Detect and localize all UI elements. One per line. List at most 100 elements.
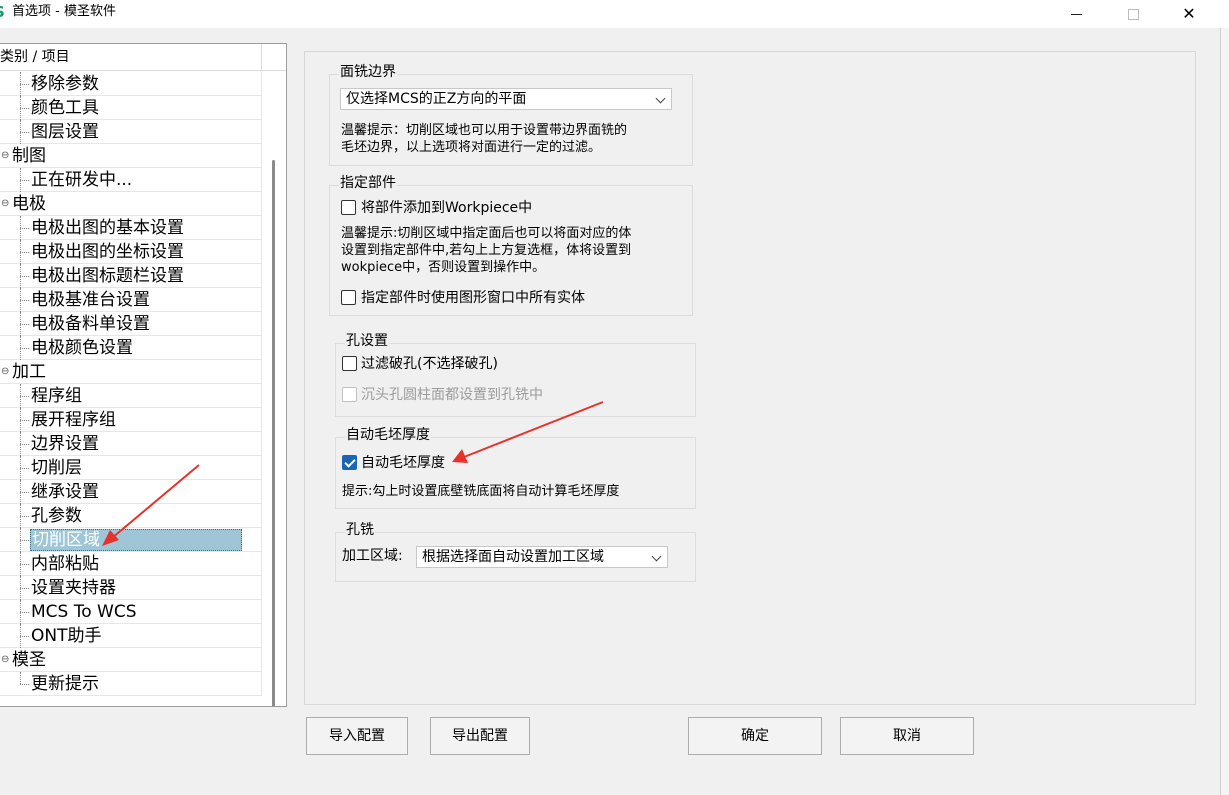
tree-item-label[interactable]: 电极出图的基本设置 xyxy=(31,218,184,238)
add-to-workpiece-checkbox[interactable] xyxy=(341,200,356,215)
tree-connector xyxy=(20,180,29,181)
maximize-icon xyxy=(1127,8,1139,20)
tree-item-label[interactable]: 内部粘贴 xyxy=(31,554,99,574)
filter-broken-holes-checkbox[interactable] xyxy=(342,356,357,371)
import-config-button[interactable]: 导入配置 xyxy=(306,717,408,755)
tree-item-label[interactable]: 电极 xyxy=(12,194,46,214)
tree-item[interactable]: 模圣 ⊖ xyxy=(0,648,262,672)
cancel-button[interactable]: 取消 xyxy=(840,717,974,755)
hint-text: 温馨提示：切削区域也可以用于设置带边界面铣的 xyxy=(341,123,628,138)
auto-blank-thickness-checkbox[interactable] xyxy=(342,455,357,470)
tree-item[interactable]: 程序组 xyxy=(0,384,262,408)
collapse-icon[interactable]: ⊖ xyxy=(1,199,9,209)
tree-item-label[interactable]: 模圣 xyxy=(12,650,46,670)
group-title: 指定部件 xyxy=(339,174,397,192)
tree-item-label[interactable]: 展开程序组 xyxy=(31,410,116,430)
tree-item[interactable]: 切削层 xyxy=(0,456,262,480)
tree-item[interactable]: ONT助手 xyxy=(0,624,262,648)
tree-item[interactable]: 电极基准台设置 xyxy=(0,288,262,312)
tree-connector xyxy=(20,564,29,565)
tree-item-label[interactable]: 程序组 xyxy=(31,386,82,406)
minimize-button[interactable] xyxy=(1053,0,1099,28)
tree-item-label[interactable]: 电极出图的坐标设置 xyxy=(31,242,184,262)
machining-area-select[interactable]: 根据选择面自动设置加工区域 xyxy=(416,546,668,568)
tree-header: 类别 / 项目 xyxy=(0,44,262,71)
checkbox-label[interactable]: 将部件添加到Workpiece中 xyxy=(361,199,532,217)
export-config-button[interactable]: 导出配置 xyxy=(430,717,530,755)
tree-item[interactable]: 电极 ⊖ xyxy=(0,192,262,216)
tree-item-label[interactable]: 切削区域 xyxy=(30,529,242,551)
tree-item-label[interactable]: MCS To WCS xyxy=(31,602,137,622)
tree-item-label[interactable]: 制图 xyxy=(12,146,46,166)
tree-item[interactable]: 电极备料单设置 xyxy=(0,312,262,336)
checkbox-label[interactable]: 自动毛坯厚度 xyxy=(361,454,445,472)
tree-item-label[interactable]: 电极颜色设置 xyxy=(31,338,133,358)
tree-item[interactable]: MCS To WCS xyxy=(0,600,262,624)
tree-item-label[interactable]: 图层设置 xyxy=(31,122,99,142)
tree-item[interactable]: 设置夹持器 xyxy=(0,576,262,600)
close-icon: ✕ xyxy=(1182,4,1196,23)
chevron-down-icon xyxy=(651,551,662,562)
collapse-icon[interactable]: ⊖ xyxy=(1,655,9,665)
tree-item-label[interactable]: 设置夹持器 xyxy=(31,578,116,598)
tree-item-label[interactable]: 电极出图标题栏设置 xyxy=(31,266,184,286)
tree-item[interactable]: 孔参数 xyxy=(0,504,262,528)
tree-item[interactable]: 图层设置 xyxy=(0,120,262,144)
tree-item-label[interactable]: 孔参数 xyxy=(31,506,82,526)
tree-scrollbar-thumb[interactable] xyxy=(272,160,275,706)
maximize-button[interactable] xyxy=(1110,0,1156,28)
hint-text: 设置到指定部件中,若勾上上方复选框，体将设置到 xyxy=(341,243,632,258)
settings-panel: 面铣边界 仅选择MCS的正Z方向的平面 温馨提示：切削区域也可以用于设置带边界面… xyxy=(304,51,1196,705)
collapse-icon[interactable]: ⊖ xyxy=(1,151,9,161)
hole-settings-group: 孔设置 过滤破孔(不选择破孔) 沉头孔圆柱面都设置到孔铣中 xyxy=(335,332,696,417)
machining-area-label: 加工区域: xyxy=(342,548,403,564)
collapse-icon[interactable]: ⊖ xyxy=(1,367,9,377)
tree-item-label[interactable]: 电极基准台设置 xyxy=(31,290,150,310)
face-mill-boundary-select[interactable]: 仅选择MCS的正Z方向的平面 xyxy=(340,88,672,110)
tree-item-label[interactable]: 加工 xyxy=(12,362,46,382)
tree-item[interactable]: 制图 ⊖ xyxy=(0,144,262,168)
tree-item-label[interactable]: 电极备料单设置 xyxy=(31,314,150,334)
tree-item[interactable]: 电极颜色设置 xyxy=(0,336,262,360)
select-value: 根据选择面自动设置加工区域 xyxy=(422,549,604,565)
tree-item[interactable]: 更新提示 xyxy=(0,672,262,696)
tree-item-label[interactable]: 继承设置 xyxy=(31,482,99,502)
checkbox-label[interactable]: 过滤破孔(不选择破孔) xyxy=(361,355,498,373)
checkbox-label[interactable]: 指定部件时使用图形窗口中所有实体 xyxy=(361,289,585,307)
tree-item[interactable]: 加工 ⊖ xyxy=(0,360,262,384)
tree-item[interactable]: 切削区域 xyxy=(0,528,262,552)
use-all-bodies-checkbox[interactable] xyxy=(341,290,356,305)
tree-item-label[interactable]: ONT助手 xyxy=(31,626,101,646)
tree-item-label[interactable]: 移除参数 xyxy=(31,74,99,94)
tree-connector xyxy=(20,540,29,541)
tree-connector xyxy=(20,276,29,277)
counterbore-to-hole-mill-checkbox xyxy=(342,387,357,402)
window-edge-scrollbar xyxy=(1220,28,1229,795)
tree-item-label[interactable]: 正在研发中... xyxy=(31,170,132,190)
tree-connector xyxy=(20,468,29,469)
tree-connector xyxy=(20,684,29,685)
category-tree[interactable]: 类别 / 项目 移除参数 颜色工具 图层设置 制图 ⊖ 正在研发中... 电极 ⊖ 电极出图的基… xyxy=(0,43,287,707)
face-mill-boundary-group: 面铣边界 仅选择MCS的正Z方向的平面 温馨提示：切削区域也可以用于设置带边界面… xyxy=(329,63,693,166)
tree-item[interactable]: 继承设置 xyxy=(0,480,262,504)
tree-item[interactable]: 边界设置 xyxy=(0,432,262,456)
tree-item-label[interactable]: 切削层 xyxy=(31,458,82,478)
tree-connector xyxy=(20,132,29,133)
tree-item[interactable]: 展开程序组 xyxy=(0,408,262,432)
tree-item[interactable]: 电极出图的基本设置 xyxy=(0,216,262,240)
tree-connector xyxy=(20,84,29,85)
tree-item-label[interactable]: 边界设置 xyxy=(31,434,99,454)
select-value: 仅选择MCS的正Z方向的平面 xyxy=(346,91,527,107)
tree-item-label[interactable]: 颜色工具 xyxy=(31,98,99,118)
tree-item[interactable]: 颜色工具 xyxy=(0,96,262,120)
tree-item[interactable]: 正在研发中... xyxy=(0,168,262,192)
tree-item[interactable]: 电极出图标题栏设置 xyxy=(0,264,262,288)
ok-button[interactable]: 确定 xyxy=(688,717,822,755)
tree-connector xyxy=(20,492,29,493)
tree-connector xyxy=(20,444,29,445)
close-button[interactable]: ✕ xyxy=(1166,0,1212,28)
tree-item[interactable]: 移除参数 xyxy=(0,72,262,96)
tree-item[interactable]: 内部粘贴 xyxy=(0,552,262,576)
tree-item[interactable]: 电极出图的坐标设置 xyxy=(0,240,262,264)
tree-item-label[interactable]: 更新提示 xyxy=(31,674,99,694)
